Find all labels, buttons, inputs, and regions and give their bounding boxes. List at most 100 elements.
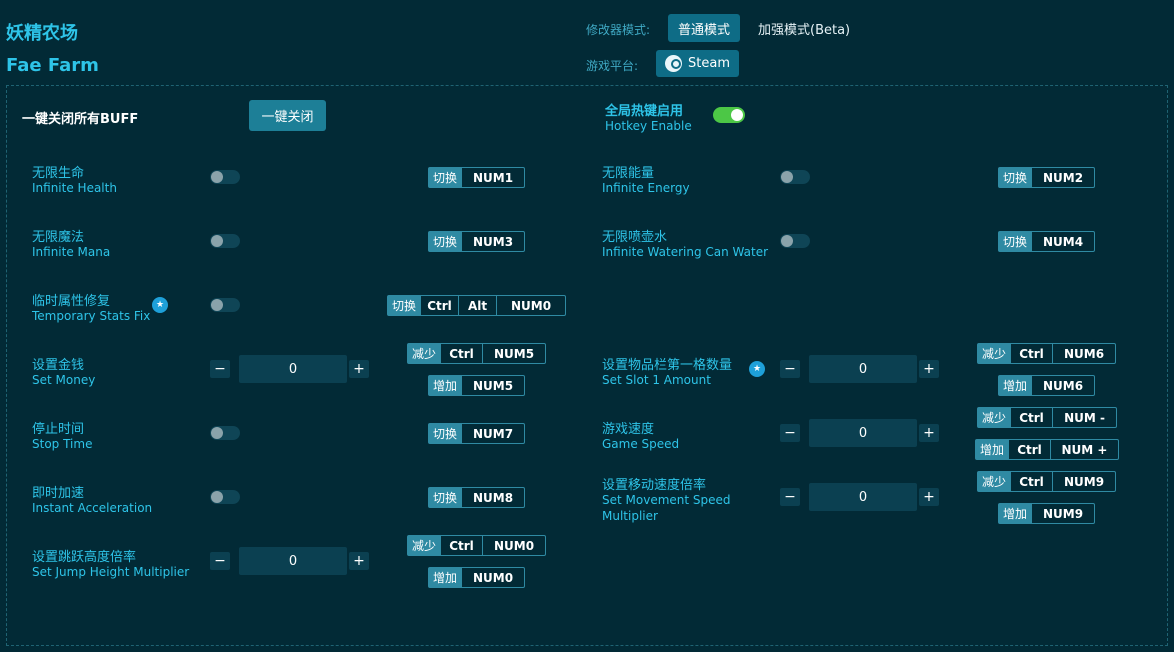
toggle-action-label: 切换 (429, 424, 462, 443)
toggle-action-label: 切换 (388, 296, 421, 315)
game-speed-minus-button[interactable]: − (780, 424, 800, 442)
slot1-increase-hotkey[interactable]: 增加 NUM6 (998, 375, 1095, 396)
infinite-energy-label-cn: 无限能量 (602, 166, 655, 181)
stop-time-label-cn: 停止时间 (32, 422, 85, 437)
increase-action-label: 增加 (999, 376, 1032, 395)
game-speed-decrease-hotkey[interactable]: 减少 Ctrl NUM - (977, 407, 1117, 428)
jump-height-plus-button[interactable]: + (349, 552, 369, 570)
set-money-decrease-hotkey[interactable]: 减少 Ctrl NUM5 (407, 343, 546, 364)
hotkey-key: NUM3 (461, 232, 524, 251)
move-speed-label-en-line2: Multiplier (602, 509, 658, 523)
slot1-decrease-hotkey[interactable]: 减少 Ctrl NUM6 (977, 343, 1116, 364)
infinite-mana-label-cn: 无限魔法 (32, 230, 85, 245)
star-icon: ★ (749, 361, 765, 377)
hotkey-key: NUM9 (1052, 472, 1115, 491)
move-speed-increase-hotkey[interactable]: 增加 NUM9 (998, 503, 1095, 524)
set-money-minus-button[interactable]: − (210, 360, 230, 378)
hotkey-key: NUM5 (482, 344, 545, 363)
hotkey-key: Ctrl (440, 536, 482, 555)
toggle-action-label: 切换 (999, 232, 1032, 251)
infinite-mana-label-en: Infinite Mana (32, 245, 111, 259)
stop-time-hotkey[interactable]: 切换 NUM7 (428, 423, 525, 444)
one-click-close-button[interactable]: 一键关闭 (249, 100, 326, 131)
options-panel (6, 85, 1168, 646)
slot1-label-en: Set Slot 1 Amount (602, 373, 711, 387)
move-speed-minus-button[interactable]: − (780, 488, 800, 506)
hotkey-key: NUM - (1052, 408, 1116, 427)
hotkey-key: Ctrl (1010, 344, 1052, 363)
infinite-water-label-cn: 无限喷壶水 (602, 230, 668, 245)
hotkey-key: Ctrl (440, 344, 482, 363)
enhanced-mode-button[interactable]: 加强模式(Beta) (758, 19, 850, 38)
hotkey-key: NUM9 (1031, 504, 1094, 523)
set-money-input[interactable]: 0 (239, 355, 347, 383)
decrease-action-label: 减少 (408, 536, 441, 555)
game-speed-input[interactable]: 0 (809, 419, 917, 447)
jump-height-minus-button[interactable]: − (210, 552, 230, 570)
increase-action-label: 增加 (999, 504, 1032, 523)
move-speed-plus-button[interactable]: + (919, 488, 939, 506)
platform-label: 游戏平台: (586, 59, 639, 73)
infinite-energy-toggle[interactable] (780, 170, 810, 184)
instant-accel-label-en: Instant Acceleration (32, 501, 153, 515)
move-speed-input[interactable]: 0 (809, 483, 917, 511)
set-money-increase-hotkey[interactable]: 增加 NUM5 (428, 375, 525, 396)
normal-mode-button[interactable]: 普通模式 (668, 14, 740, 42)
temp-stats-label-en: Temporary Stats Fix (32, 309, 151, 323)
game-speed-increase-hotkey[interactable]: 增加 Ctrl NUM + (975, 439, 1119, 460)
instant-accel-hotkey[interactable]: 切换 NUM8 (428, 487, 525, 508)
temp-stats-hotkey[interactable]: 切换 Ctrl Alt NUM0 (387, 295, 566, 316)
close-all-buff-label: 一键关闭所有BUFF (22, 112, 139, 127)
hotkey-key: Ctrl (1010, 408, 1052, 427)
slot1-label-cn: 设置物品栏第一格数量 (602, 358, 733, 373)
toggle-action-label: 切换 (999, 168, 1032, 187)
hotkey-key: NUM7 (461, 424, 524, 443)
slot1-input[interactable]: 0 (809, 355, 917, 383)
game-speed-label-en: Game Speed (602, 437, 680, 451)
decrease-action-label: 减少 (408, 344, 441, 363)
stop-time-label-en: Stop Time (32, 437, 93, 451)
jump-height-label-en: Set Jump Height Multiplier (32, 565, 190, 579)
set-money-label-en: Set Money (32, 373, 96, 387)
hotkey-key: Alt (458, 296, 496, 315)
slot1-plus-button[interactable]: + (919, 360, 939, 378)
hotkey-key: NUM0 (496, 296, 565, 315)
jump-height-decrease-hotkey[interactable]: 减少 Ctrl NUM0 (407, 535, 546, 556)
hotkey-enable-label-cn: 全局热键启用 (605, 104, 684, 119)
hotkey-key: NUM0 (461, 568, 524, 587)
game-speed-plus-button[interactable]: + (919, 424, 939, 442)
app-title-en: Fae Farm (6, 55, 99, 76)
hotkey-key: NUM6 (1031, 376, 1094, 395)
infinite-mana-toggle[interactable] (210, 234, 240, 248)
infinite-water-toggle[interactable] (780, 234, 810, 248)
set-money-plus-button[interactable]: + (349, 360, 369, 378)
slot1-minus-button[interactable]: − (780, 360, 800, 378)
infinite-water-hotkey[interactable]: 切换 NUM4 (998, 231, 1095, 252)
stop-time-toggle[interactable] (210, 426, 240, 440)
hotkey-key: NUM2 (1031, 168, 1094, 187)
infinite-health-toggle[interactable] (210, 170, 240, 184)
increase-action-label: 增加 (429, 376, 462, 395)
instant-accel-label-cn: 即时加速 (32, 486, 85, 501)
steam-platform-button[interactable]: Steam (656, 50, 739, 77)
infinite-health-label-en: Infinite Health (32, 181, 117, 195)
move-speed-decrease-hotkey[interactable]: 减少 Ctrl NUM9 (977, 471, 1116, 492)
instant-accel-toggle[interactable] (210, 490, 240, 504)
decrease-action-label: 减少 (978, 472, 1011, 491)
jump-height-increase-hotkey[interactable]: 增加 NUM0 (428, 567, 525, 588)
platform-name: Steam (688, 56, 730, 71)
jump-height-input[interactable]: 0 (239, 547, 347, 575)
hotkey-key: NUM + (1050, 440, 1118, 459)
infinite-health-hotkey[interactable]: 切换 NUM1 (428, 167, 525, 188)
infinite-energy-hotkey[interactable]: 切换 NUM2 (998, 167, 1095, 188)
hotkey-enable-label-en: Hotkey Enable (605, 119, 692, 133)
infinite-mana-hotkey[interactable]: 切换 NUM3 (428, 231, 525, 252)
increase-action-label: 增加 (429, 568, 462, 587)
mode-label: 修改器模式: (586, 23, 651, 37)
hotkey-enable-toggle[interactable] (713, 107, 745, 123)
toggle-action-label: 切换 (429, 168, 462, 187)
decrease-action-label: 减少 (978, 344, 1011, 363)
temp-stats-toggle[interactable] (210, 298, 240, 312)
hotkey-key: NUM6 (1052, 344, 1115, 363)
app-title-cn: 妖精农场 (6, 23, 78, 44)
